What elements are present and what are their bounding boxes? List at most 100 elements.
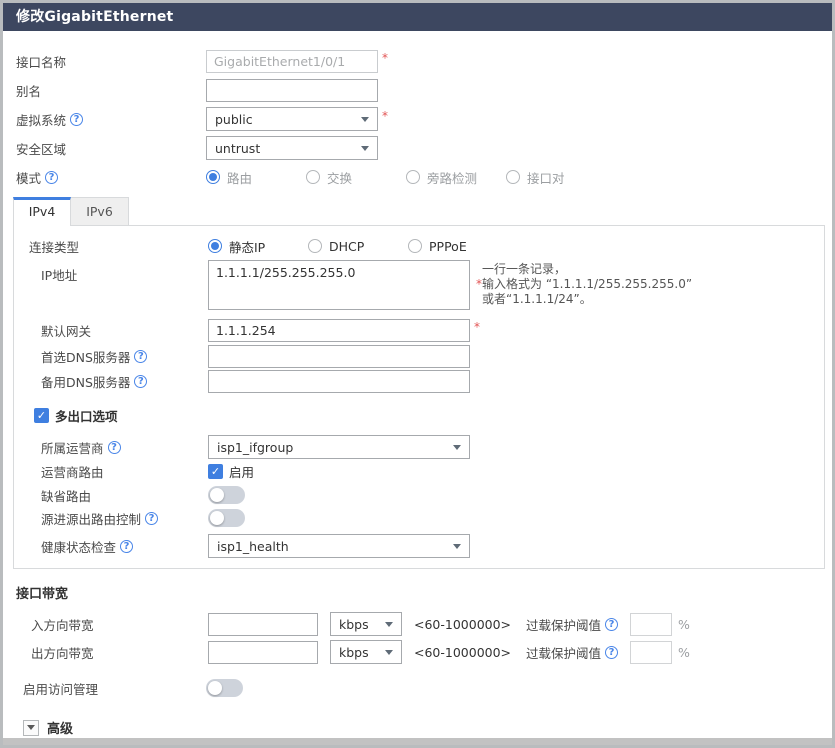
multi-egress-label: 多出口选项 [55, 406, 118, 425]
alias-input[interactable] [206, 79, 378, 102]
radio-icon [406, 170, 420, 184]
mode-option-label: 路由 [227, 168, 252, 187]
inbound-unit-select[interactable]: kbps [330, 612, 402, 636]
help-icon[interactable] [70, 113, 83, 126]
help-icon[interactable] [120, 540, 133, 553]
row-default-route: 缺省路由 [41, 485, 824, 505]
mode-option-label: 接口对 [527, 168, 565, 187]
radio-icon [308, 239, 322, 253]
health-check-label: 健康状态检查 [41, 537, 208, 556]
modify-interface-dialog: 修改GigabitEthernet 接口名称 * 别名 虚拟系统 public … [0, 0, 835, 748]
outbound-bandwidth-label: 出方向带宽 [31, 643, 208, 662]
hint-line-text: 输入格式为 “1.1.1.1/255.255.255.0” [482, 277, 692, 291]
row-interface-name: 接口名称 * [16, 49, 832, 73]
row-access-management: 启用访问管理 [23, 678, 832, 698]
ipv4-panel: 连接类型 静态IP DHCP PPPoE IP地址 1.1.1.1/255.25… [13, 225, 825, 569]
health-check-value: isp1_health [217, 539, 289, 554]
row-isp: 所属运营商 isp1_ifgroup [41, 435, 824, 459]
mode-option-bypass[interactable]: 旁路检测 [406, 168, 506, 187]
hint-line: *输入格式为 “1.1.1.1/255.255.255.0” [476, 277, 692, 292]
help-icon[interactable] [134, 375, 147, 388]
inbound-bandwidth-input[interactable] [208, 613, 318, 636]
row-virtual-system: 虚拟系统 public * [16, 107, 832, 131]
mode-option-label: 旁路检测 [427, 168, 477, 187]
help-icon[interactable] [134, 350, 147, 363]
help-icon[interactable] [605, 618, 618, 631]
tab-ipv4[interactable]: IPv4 [13, 197, 71, 226]
row-primary-dns: 首选DNS服务器 [41, 344, 824, 368]
conn-option-label: PPPoE [429, 239, 467, 254]
radio-icon [408, 239, 422, 253]
row-src-in-src-out: 源进源出路由控制 [41, 508, 824, 528]
dialog-body: 接口名称 * 别名 虚拟系统 public * 安全区域 untrust [3, 31, 832, 737]
outbound-bandwidth-input[interactable] [208, 641, 318, 664]
inbound-threshold-input[interactable] [630, 613, 672, 636]
row-connection-type: 连接类型 静态IP DHCP PPPoE [29, 234, 824, 258]
row-security-zone: 安全区域 untrust [16, 136, 832, 160]
secondary-dns-label-text: 备用DNS服务器 [41, 372, 130, 391]
access-management-toggle-off[interactable] [206, 679, 243, 697]
radio-selected-icon [208, 239, 222, 253]
interface-name-label: 接口名称 [16, 52, 206, 71]
chevron-down-icon [385, 650, 393, 655]
row-multi-egress[interactable]: 多出口选项 [34, 405, 824, 425]
bandwidth-section-heading: 接口带宽 [16, 583, 832, 602]
chevron-down-icon [361, 146, 369, 151]
ip-version-tabs: IPv4 IPv6 [13, 197, 832, 226]
secondary-dns-label: 备用DNS服务器 [41, 372, 208, 391]
checkbox-checked-icon[interactable] [208, 464, 223, 479]
primary-dns-input[interactable] [208, 345, 470, 368]
bandwidth-range: <60-1000000> [414, 645, 512, 660]
conn-option-pppoe[interactable]: PPPoE [408, 239, 508, 254]
health-check-select[interactable]: isp1_health [208, 534, 470, 558]
horizontal-scrollbar[interactable] [3, 738, 832, 745]
help-icon[interactable] [108, 441, 121, 454]
virtual-system-value: public [215, 112, 253, 127]
help-icon[interactable] [605, 646, 618, 659]
mode-label: 模式 [16, 168, 206, 187]
conn-option-static-ip[interactable]: 静态IP [208, 237, 308, 256]
percent-sign: % [678, 617, 690, 632]
isp-value: isp1_ifgroup [217, 440, 293, 455]
primary-dns-label: 首选DNS服务器 [41, 347, 208, 366]
advanced-expander-icon[interactable] [23, 720, 39, 736]
row-advanced: 高级 [23, 718, 832, 737]
checkbox-checked-icon[interactable] [34, 408, 49, 423]
unit-value: kbps [339, 617, 369, 632]
mode-option-switch[interactable]: 交换 [306, 168, 406, 187]
default-route-toggle-off[interactable] [208, 486, 245, 504]
overload-threshold-label-text: 过载保护阈值 [526, 643, 601, 662]
conn-option-label: 静态IP [229, 237, 265, 256]
conn-option-dhcp[interactable]: DHCP [308, 239, 408, 254]
virtual-system-label: 虚拟系统 [16, 110, 206, 129]
virtual-system-label-text: 虚拟系统 [16, 110, 66, 129]
bandwidth-range: <60-1000000> [414, 617, 512, 632]
secondary-dns-input[interactable] [208, 370, 470, 393]
outbound-unit-select[interactable]: kbps [330, 640, 402, 664]
security-zone-select[interactable]: untrust [206, 136, 378, 160]
default-gateway-label: 默认网关 [41, 321, 208, 340]
ip-address-textarea[interactable]: 1.1.1.1/255.255.255.0 [208, 260, 470, 310]
security-zone-value: untrust [215, 141, 260, 156]
overload-threshold-label: 过载保护阈值 [526, 643, 618, 662]
mode-option-interface-pair[interactable]: 接口对 [506, 168, 606, 187]
tab-ipv6[interactable]: IPv6 [71, 197, 129, 226]
isp-select[interactable]: isp1_ifgroup [208, 435, 470, 459]
security-zone-label: 安全区域 [16, 139, 206, 158]
interface-name-input [206, 50, 378, 73]
mode-option-route[interactable]: 路由 [206, 168, 306, 187]
outbound-threshold-input[interactable] [630, 641, 672, 664]
row-mode: 模式 路由 交换 旁路检测 接口对 [16, 165, 832, 189]
inbound-bandwidth-label: 入方向带宽 [31, 615, 208, 634]
help-icon[interactable] [45, 171, 58, 184]
default-gateway-input[interactable] [208, 319, 470, 342]
mode-label-text: 模式 [16, 168, 41, 187]
isp-route-label: 运营商路由 [41, 462, 208, 481]
unit-value: kbps [339, 645, 369, 660]
src-in-src-out-toggle-off[interactable] [208, 509, 245, 527]
row-outbound-bandwidth: 出方向带宽 kbps <60-1000000> 过载保护阈值 % [31, 640, 832, 664]
virtual-system-select[interactable]: public [206, 107, 378, 131]
row-isp-route: 运营商路由 启用 [41, 461, 824, 481]
help-icon[interactable] [145, 512, 158, 525]
radio-icon [506, 170, 520, 184]
